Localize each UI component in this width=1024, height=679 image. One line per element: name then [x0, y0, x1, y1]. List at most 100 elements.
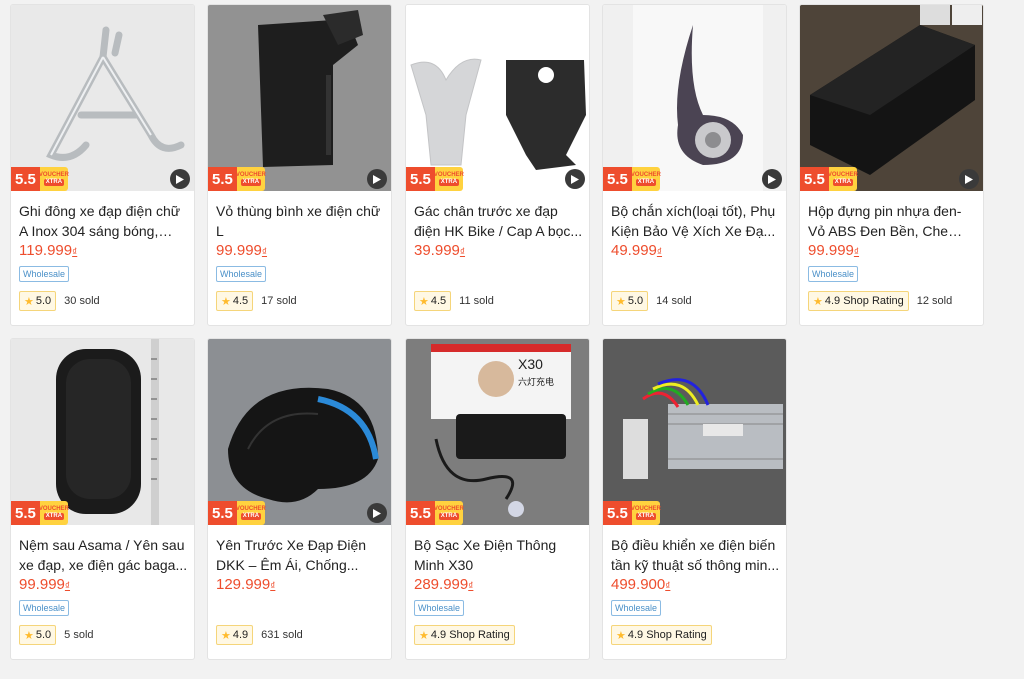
rating-row: ★ 4.5 11 sold [414, 291, 494, 311]
product-title[interactable]: Gác chân trước xe đạp điện HK Bike / Cap… [414, 201, 584, 241]
promo-number: 5.5 [800, 167, 829, 191]
play-icon[interactable] [367, 169, 387, 189]
sold-count: 11 sold [459, 295, 494, 307]
star-icon: ★ [419, 295, 429, 308]
product-image[interactable] [603, 5, 786, 191]
box-sub-text: 六灯充电 [518, 376, 554, 388]
product-price: 129.999₫ [216, 576, 276, 593]
product-title[interactable]: Yên Trước Xe Đạp Điện DKK – Êm Ái, Chống… [216, 535, 386, 575]
play-icon[interactable] [170, 169, 190, 189]
wholesale-tag: Wholesale [216, 266, 267, 282]
rating-row: ★ 4.9 Shop Rating [611, 625, 712, 645]
product-price: 119.999₫ [19, 242, 78, 259]
play-icon[interactable] [367, 503, 387, 523]
rating-badge: ★ 5.0 [19, 625, 57, 645]
play-icon[interactable] [762, 169, 782, 189]
rating-badge: ★ 4.9 [216, 625, 254, 645]
product-price: 99.999₫ [19, 576, 71, 593]
product-image[interactable] [208, 339, 391, 525]
wholesale-tag: Wholesale [808, 266, 859, 282]
star-icon: ★ [221, 295, 231, 308]
product-card[interactable]: 5.5 VOUCHER XTRA Bộ chắn xích(loại tốt),… [602, 4, 787, 326]
product-title[interactable]: Bộ chắn xích(loại tốt), Phụ Kiện Bảo Vệ … [611, 201, 781, 241]
product-title[interactable]: Bộ Sạc Xe Điện Thông Minh X30 [414, 535, 584, 575]
voucher-xtra-tag: VOUCHER XTRA [236, 167, 266, 191]
voucher-xtra-tag: VOUCHER XTRA [39, 167, 69, 191]
promo-badge: 5.5 VOUCHER XTRA [406, 167, 478, 191]
play-icon[interactable] [959, 169, 979, 189]
product-card[interactable]: 5.5 VOUCHER XTRA Gác chân trước xe đạp đ… [405, 4, 590, 326]
product-image[interactable] [11, 339, 194, 525]
product-title[interactable]: Ghi đông xe đạp điện chữ A Inox 304 sáng… [19, 201, 189, 241]
product-card[interactable]: 5.5 VOUCHER XTRA Ghi đông xe đạp điện ch… [10, 4, 195, 326]
rating-badge: ★ 4.9 Shop Rating [808, 291, 909, 311]
product-image[interactable] [11, 5, 194, 191]
rating-row: ★ 4.5 17 sold [216, 291, 297, 311]
product-card[interactable]: X30 六灯充电 5.5 VOUCHER XTRA Bộ Sạc Xe Điện… [405, 338, 590, 660]
voucher-xtra-tag: VOUCHER XTRA [631, 167, 661, 191]
promo-number: 5.5 [603, 167, 632, 191]
voucher-xtra-tag: VOUCHER XTRA [631, 501, 661, 525]
rating-row: ★ 5.0 30 sold [19, 291, 100, 311]
promo-badge: 5.5 VOUCHER XTRA [800, 167, 872, 191]
promo-badge: 5.5 VOUCHER XTRA [11, 167, 83, 191]
star-icon: ★ [616, 629, 626, 642]
promo-number: 5.5 [11, 167, 40, 191]
sold-count: 12 sold [916, 295, 953, 307]
product-card[interactable]: 5.5 VOUCHER XTRA Nệm sau Asama / Yên sau… [10, 338, 195, 660]
rating-badge: ★ 5.0 [611, 291, 649, 311]
box-model-text: X30 [518, 356, 543, 372]
wholesale-tag: Wholesale [19, 266, 70, 282]
product-price: 499.900₫ [611, 576, 671, 593]
voucher-xtra-tag: VOUCHER XTRA [434, 167, 464, 191]
play-icon[interactable] [565, 169, 585, 189]
promo-badge: 5.5 VOUCHER XTRA [208, 167, 280, 191]
rating-badge: ★ 5.0 [19, 291, 57, 311]
promo-number: 5.5 [406, 167, 435, 191]
product-title[interactable]: Hộp đựng pin nhựa đen-Vỏ ABS Đen Bền, Ch… [808, 201, 978, 241]
star-icon: ★ [813, 295, 823, 308]
product-price: 39.999₫ [414, 242, 466, 259]
rating-row: ★ 4.9 Shop Rating [414, 625, 515, 645]
voucher-xtra-tag: VOUCHER XTRA [828, 167, 858, 191]
product-card[interactable]: 5.5 VOUCHER XTRA Vỏ thùng bình xe điện c… [207, 4, 392, 326]
product-card[interactable]: 5.5 VOUCHER XTRA Bộ điều khiển xe điện b… [602, 338, 787, 660]
voucher-xtra-tag: VOUCHER XTRA [39, 501, 69, 525]
star-icon: ★ [221, 629, 231, 642]
promo-number: 5.5 [208, 501, 237, 525]
wholesale-tag: Wholesale [414, 600, 465, 616]
rating-row: ★ 4.9 Shop Rating 12 sold [808, 291, 952, 311]
sold-count: 5 sold [64, 629, 94, 641]
product-image[interactable] [208, 5, 391, 191]
sold-count: 30 sold [64, 295, 100, 307]
product-price: 99.999₫ [216, 242, 268, 259]
product-image[interactable] [800, 5, 983, 191]
promo-number: 5.5 [208, 167, 237, 191]
promo-badge: 5.5 VOUCHER XTRA [11, 501, 83, 525]
sold-count: 14 sold [656, 295, 692, 307]
promo-number: 5.5 [603, 501, 632, 525]
rating-row: ★ 5.0 14 sold [611, 291, 692, 311]
star-icon: ★ [419, 629, 429, 642]
sold-count: 631 sold [261, 629, 303, 641]
promo-badge: 5.5 VOUCHER XTRA [406, 501, 478, 525]
product-image[interactable]: X30 六灯充电 [406, 339, 589, 525]
rating-badge: ★ 4.5 [414, 291, 452, 311]
star-icon: ★ [616, 295, 626, 308]
rating-badge: ★ 4.9 Shop Rating [414, 625, 515, 645]
rating-row: ★ 5.0 5 sold [19, 625, 94, 645]
promo-badge: 5.5 VOUCHER XTRA [603, 501, 675, 525]
product-price: 49.999₫ [611, 242, 663, 259]
product-card[interactable]: 5.5 VOUCHER XTRA Hộp đựng pin nhựa đen-V… [799, 4, 984, 326]
voucher-xtra-tag: VOUCHER XTRA [236, 501, 266, 525]
star-icon: ★ [24, 295, 34, 308]
product-title[interactable]: Vỏ thùng bình xe điện chữ L [216, 201, 386, 241]
product-image[interactable] [603, 339, 786, 525]
product-image[interactable] [406, 5, 589, 191]
product-title[interactable]: Bộ điều khiển xe điện biến tần kỹ thuật … [611, 535, 781, 575]
promo-number: 5.5 [406, 501, 435, 525]
product-title[interactable]: Nệm sau Asama / Yên sau xe đạp, xe điện … [19, 535, 189, 575]
rating-row: ★ 4.9 631 sold [216, 625, 303, 645]
rating-badge: ★ 4.9 Shop Rating [611, 625, 712, 645]
product-card[interactable]: 5.5 VOUCHER XTRA Yên Trước Xe Đạp Điện D… [207, 338, 392, 660]
